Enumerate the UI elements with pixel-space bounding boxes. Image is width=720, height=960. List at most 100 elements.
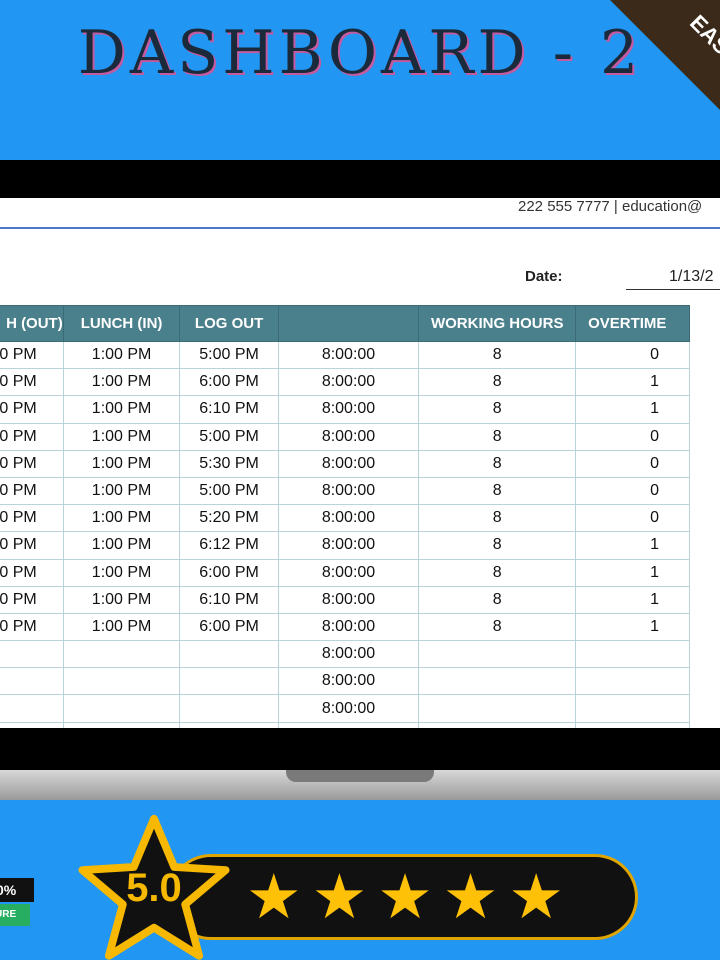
table-cell[interactable]: 00 PM bbox=[0, 612, 64, 642]
table-cell[interactable]: 1:00 PM bbox=[62, 612, 181, 642]
table-cell[interactable]: 8:00:00 bbox=[277, 368, 420, 397]
table-cell[interactable]: 8 bbox=[418, 368, 577, 397]
table-cell[interactable]: 8:00:00 bbox=[277, 476, 420, 506]
table-cell[interactable]: 1:00 PM bbox=[62, 368, 181, 397]
table-cell[interactable]: 6:00 PM bbox=[179, 612, 279, 642]
column-header: LOG OUT bbox=[179, 305, 279, 342]
table-cell[interactable]: 5:00 PM bbox=[179, 340, 279, 370]
table-cell[interactable]: 00 PM bbox=[0, 531, 64, 560]
table-cell[interactable] bbox=[575, 694, 690, 723]
table-cell[interactable]: 8 bbox=[418, 558, 577, 587]
table-cell[interactable]: 1 bbox=[575, 531, 690, 560]
table-cell[interactable]: 1:00 PM bbox=[62, 340, 181, 370]
table-cell[interactable]: 1:00 PM bbox=[62, 449, 181, 478]
table-cell[interactable] bbox=[418, 721, 577, 728]
table-cell[interactable]: 6:00 PM bbox=[179, 368, 279, 397]
table-cell[interactable]: 00 PM bbox=[0, 585, 64, 614]
table-cell[interactable]: 1:00 PM bbox=[62, 395, 181, 424]
table-cell[interactable]: 8:00:00 bbox=[277, 694, 420, 723]
table-cell[interactable]: 6:12 PM bbox=[179, 531, 279, 560]
table-cell[interactable]: 8:00:00 bbox=[277, 612, 420, 642]
table-cell[interactable]: 1 bbox=[575, 368, 690, 397]
table-cell[interactable]: 00 PM bbox=[0, 422, 64, 451]
table-row: 00 PM1:00 PM6:12 PM8:00:0081 bbox=[0, 531, 690, 560]
table-cell[interactable]: 1 bbox=[575, 612, 690, 642]
table-cell[interactable] bbox=[575, 721, 690, 728]
table-cell[interactable]: 00 PM bbox=[0, 449, 64, 478]
table-cell[interactable] bbox=[62, 694, 181, 723]
table-cell[interactable]: 0 bbox=[575, 422, 690, 451]
table-cell[interactable]: 00 PM bbox=[0, 395, 64, 424]
table-row: 00 PM1:00 PM5:20 PM8:00:0080 bbox=[0, 504, 690, 533]
table-cell[interactable]: 8:00:00 bbox=[277, 340, 420, 370]
table-cell[interactable]: 5:30 PM bbox=[179, 449, 279, 478]
table-cell[interactable]: 0 bbox=[575, 449, 690, 478]
table-cell[interactable]: 8:00:00 bbox=[277, 531, 420, 560]
table-cell[interactable] bbox=[62, 640, 181, 669]
table-cell[interactable] bbox=[0, 640, 64, 669]
table-cell[interactable]: 0 bbox=[575, 504, 690, 533]
date-field[interactable]: 1/13/2 bbox=[626, 268, 720, 290]
table-cell[interactable]: 1 bbox=[575, 585, 690, 614]
table-cell[interactable]: 8:00:00 bbox=[277, 667, 420, 696]
table-cell[interactable] bbox=[418, 694, 577, 723]
table-cell[interactable]: 8:00:00 bbox=[277, 504, 420, 533]
table-cell[interactable]: 8:00:00 bbox=[277, 558, 420, 587]
table-cell[interactable]: 8:00:00 bbox=[277, 585, 420, 614]
table-cell[interactable] bbox=[0, 667, 64, 696]
table-cell[interactable] bbox=[418, 640, 577, 669]
table-cell[interactable]: 5:20 PM bbox=[179, 504, 279, 533]
table-row bbox=[0, 721, 690, 728]
table-cell[interactable]: 8:00:00 bbox=[277, 449, 420, 478]
header-divider bbox=[0, 227, 720, 229]
table-cell[interactable] bbox=[62, 721, 181, 728]
table-cell[interactable]: 1 bbox=[575, 558, 690, 587]
table-row: 8:00:00 bbox=[0, 694, 690, 723]
table-cell[interactable]: 8:00:00 bbox=[277, 395, 420, 424]
table-cell[interactable]: 8 bbox=[418, 504, 577, 533]
table-cell[interactable] bbox=[62, 667, 181, 696]
table-cell[interactable]: 00 PM bbox=[0, 558, 64, 587]
table-cell[interactable]: 8 bbox=[418, 612, 577, 642]
table-cell[interactable]: 5:00 PM bbox=[179, 476, 279, 506]
table-cell[interactable]: 00 PM bbox=[0, 504, 64, 533]
table-cell[interactable]: 8 bbox=[418, 395, 577, 424]
table-cell[interactable]: 8 bbox=[418, 422, 577, 451]
table-cell[interactable]: 1:00 PM bbox=[62, 558, 181, 587]
table-cell[interactable]: 6:10 PM bbox=[179, 585, 279, 614]
table-row: 00 PM1:00 PM5:00 PM8:00:0080 bbox=[0, 476, 690, 506]
table-cell[interactable]: 8 bbox=[418, 531, 577, 560]
table-cell[interactable] bbox=[418, 667, 577, 696]
table-cell[interactable]: 1:00 PM bbox=[62, 585, 181, 614]
table-cell[interactable]: 8 bbox=[418, 449, 577, 478]
table-cell[interactable]: 00 PM bbox=[0, 340, 64, 370]
table-cell[interactable]: 8 bbox=[418, 340, 577, 370]
table-cell[interactable] bbox=[575, 640, 690, 669]
table-cell[interactable]: 8 bbox=[418, 476, 577, 506]
table-cell[interactable]: 00 PM bbox=[0, 476, 64, 506]
table-cell[interactable] bbox=[0, 694, 64, 723]
table-cell[interactable] bbox=[179, 640, 279, 669]
table-cell[interactable]: 1:00 PM bbox=[62, 531, 181, 560]
table-cell[interactable] bbox=[0, 721, 64, 728]
table-cell[interactable] bbox=[179, 667, 279, 696]
table-cell[interactable]: 1:00 PM bbox=[62, 476, 181, 506]
table-cell[interactable]: 1:00 PM bbox=[62, 504, 181, 533]
table-cell[interactable]: 0 bbox=[575, 340, 690, 370]
rating-score: 5.0 bbox=[126, 866, 182, 910]
table-cell[interactable]: 1 bbox=[575, 395, 690, 424]
table-cell[interactable]: 0 bbox=[575, 476, 690, 506]
table-cell[interactable]: 6:00 PM bbox=[179, 558, 279, 587]
table-cell[interactable]: 6:10 PM bbox=[179, 395, 279, 424]
table-cell[interactable] bbox=[277, 721, 420, 728]
table-cell[interactable]: 5:00 PM bbox=[179, 422, 279, 451]
spreadsheet-screen: 222 555 7777 | education@ Date: 1/13/2 H… bbox=[0, 198, 720, 728]
table-cell[interactable] bbox=[179, 721, 279, 728]
table-cell[interactable] bbox=[179, 694, 279, 723]
table-cell[interactable]: 8 bbox=[418, 585, 577, 614]
table-cell[interactable]: 8:00:00 bbox=[277, 640, 420, 669]
table-cell[interactable]: 1:00 PM bbox=[62, 422, 181, 451]
table-cell[interactable]: 8:00:00 bbox=[277, 422, 420, 451]
table-cell[interactable]: 00 PM bbox=[0, 368, 64, 397]
table-cell[interactable] bbox=[575, 667, 690, 696]
